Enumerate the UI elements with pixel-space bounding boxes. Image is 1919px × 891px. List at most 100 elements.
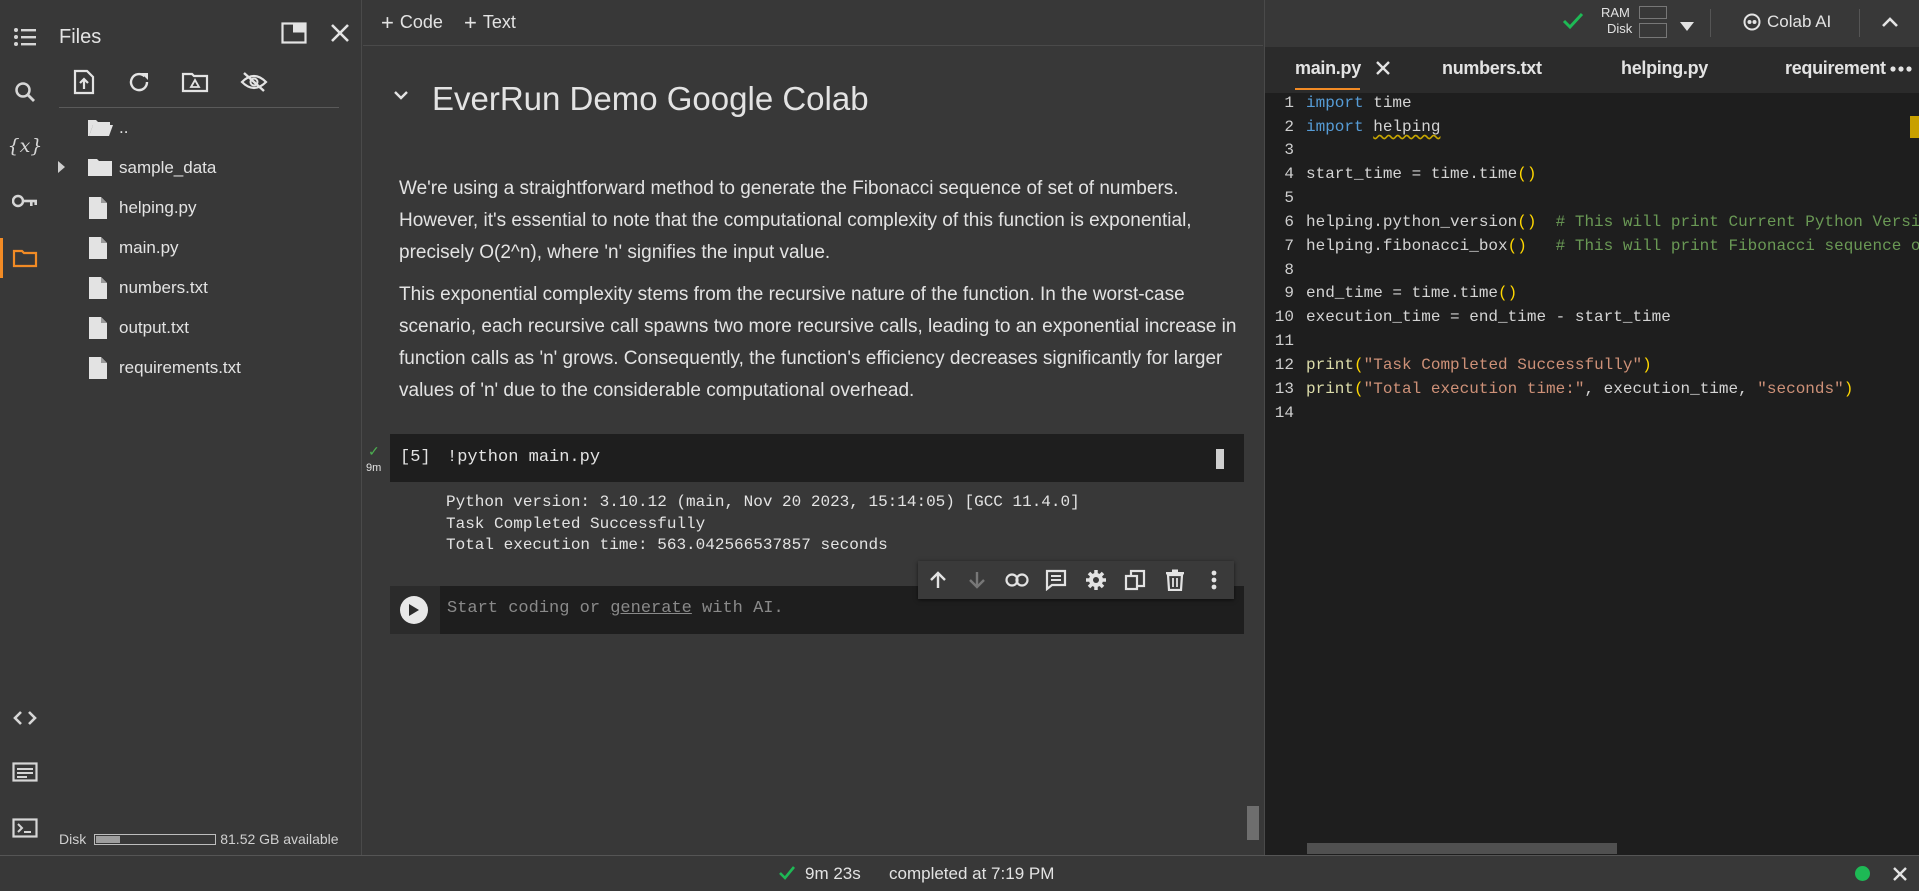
completed-check-icon [778, 865, 796, 885]
file-label: main.py [119, 238, 179, 257]
settings-icon[interactable] [1076, 561, 1116, 599]
colab-ai-label: Colab AI [1767, 12, 1832, 31]
code-line: print("Total execution time:", execution… [1306, 380, 1853, 398]
file-item-parent[interactable]: .. [50, 112, 350, 142]
code-token: time [1363, 94, 1412, 112]
more-options-icon[interactable] [1195, 561, 1235, 599]
text-paragraph: This exponential complexity stems from t… [399, 284, 1237, 401]
open-in-tab-icon[interactable] [279, 18, 309, 48]
function-name: print [1306, 356, 1355, 374]
code-token: start_time = time.time [1306, 165, 1518, 183]
move-up-icon[interactable] [918, 561, 958, 599]
tab-numbers-txt[interactable]: numbers.txt [1442, 58, 1542, 79]
disk-label: Disk [1607, 21, 1633, 36]
file-item-helping[interactable]: helping.py [50, 192, 350, 222]
add-text-button[interactable]: + Text [464, 11, 516, 33]
play-icon [409, 604, 419, 616]
add-code-button[interactable]: + Code [381, 11, 443, 33]
add-text-label: Text [482, 12, 516, 32]
move-down-icon[interactable] [958, 561, 998, 599]
close-icon[interactable] [325, 18, 355, 48]
search-icon[interactable] [12, 79, 38, 105]
folder-icon [86, 156, 114, 183]
close-tab-icon[interactable] [1375, 60, 1391, 81]
code-line: helping.python_version() # This will pri… [1306, 213, 1919, 231]
upload-file-icon[interactable] [68, 66, 100, 98]
command-palette-icon[interactable] [12, 759, 38, 785]
folder-icon[interactable] [12, 245, 38, 271]
file-icon [88, 316, 108, 345]
disk-usage-bar [94, 833, 217, 845]
file-icon [88, 196, 108, 225]
paren: () [1517, 165, 1537, 183]
file-editor-pane: RAM Disk Colab AI main.py numbers.txt he… [1264, 0, 1919, 855]
line-number: 7 [1284, 237, 1294, 255]
key-icon[interactable] [12, 188, 38, 214]
runtime-status-bar: RAM Disk Colab AI [1265, 0, 1919, 47]
execution-duration: 9m [366, 462, 382, 474]
tab-requirements-txt[interactable]: requirement [1785, 58, 1886, 79]
cell-code[interactable]: !python main.py [447, 448, 600, 467]
paren: () [1517, 213, 1537, 231]
code-editor[interactable] [1265, 93, 1919, 855]
files-panel: Files .. sample_data helping.py main.py … [50, 0, 362, 855]
tab-helping-py[interactable]: helping.py [1621, 58, 1708, 79]
delete-icon[interactable] [1155, 561, 1195, 599]
file-label: helping.py [119, 198, 197, 217]
ram-meter[interactable] [1639, 6, 1667, 19]
file-item-requirements[interactable]: requirements.txt [50, 352, 350, 382]
connection-status-dot [1855, 866, 1870, 881]
disk-label: Disk [59, 831, 87, 847]
run-cell-button[interactable] [400, 596, 428, 624]
file-icon [88, 276, 108, 305]
code-line: start_time = time.time() [1306, 165, 1536, 183]
code-line: print("Task Completed Successfully") [1306, 356, 1652, 374]
editor-horizontal-scrollbar[interactable] [1307, 843, 1617, 854]
link-icon[interactable] [997, 561, 1037, 599]
cell-placeholder[interactable]: Start coding or generate with AI. [447, 599, 784, 618]
code-snippets-icon[interactable] [12, 705, 38, 731]
elapsed-time: 9m 23s [805, 864, 861, 883]
expand-caret-icon[interactable] [58, 161, 65, 173]
mount-drive-icon[interactable] [179, 66, 211, 98]
disk-available: 81.52 GB available [220, 831, 339, 847]
collapse-section-icon[interactable] [393, 88, 409, 106]
tab-main-py[interactable]: main.py [1295, 58, 1361, 79]
file-item-output[interactable]: output.txt [50, 312, 350, 342]
disk-meter[interactable] [1639, 23, 1667, 38]
hide-files-icon[interactable] [238, 66, 270, 98]
code-line: import helping [1306, 118, 1440, 136]
file-label: sample_data [119, 158, 217, 177]
terminal-icon[interactable] [12, 815, 38, 841]
section-heading: EverRun Demo Google Colab [432, 80, 869, 117]
line-number: 10 [1274, 308, 1294, 326]
variables-icon[interactable]: {x} [8, 133, 43, 159]
file-label: .. [119, 118, 129, 137]
notebook-scrollbar-thumb[interactable] [1247, 806, 1259, 840]
code-line: end_time = time.time() [1306, 284, 1517, 302]
more-tabs-icon[interactable] [1890, 60, 1912, 78]
line-number: 3 [1284, 141, 1294, 159]
output-line: Python version: 3.10.12 (main, Nov 20 20… [446, 493, 1080, 511]
file-item-sample-data[interactable]: sample_data [50, 152, 350, 182]
divider [1710, 9, 1711, 37]
line-number: 5 [1284, 189, 1294, 207]
collapse-header-icon[interactable] [1881, 15, 1899, 33]
colab-ai-button[interactable]: Colab AI [1743, 12, 1831, 32]
line-number: 1 [1284, 94, 1294, 112]
file-item-main[interactable]: main.py [50, 232, 350, 262]
active-tab-underline [1295, 88, 1360, 90]
mirror-cell-icon[interactable] [1116, 561, 1156, 599]
output-line: Total execution time: 563.042566537857 s… [446, 536, 888, 554]
file-item-numbers[interactable]: numbers.txt [50, 272, 350, 302]
status-bar: 9m 23s completed at 7:19 PM [0, 855, 1919, 891]
generate-link[interactable]: generate [610, 599, 692, 618]
placeholder-text: with AI. [691, 599, 784, 618]
left-rail: {x} [0, 0, 50, 855]
refresh-icon[interactable] [123, 66, 155, 98]
runtime-dropdown-icon[interactable] [1680, 18, 1694, 36]
comment-icon[interactable] [1037, 561, 1077, 599]
table-of-contents-icon[interactable] [12, 24, 38, 50]
close-status-icon[interactable] [1892, 866, 1908, 887]
code-token: execution_time = end_time - start_time [1306, 308, 1671, 326]
